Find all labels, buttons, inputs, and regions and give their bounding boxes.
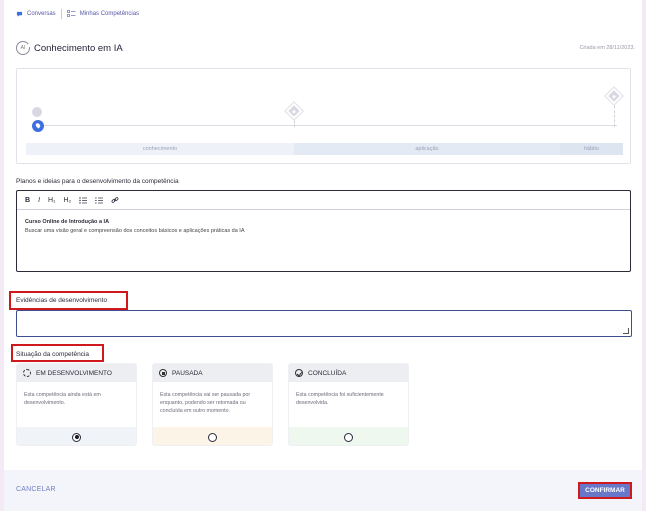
status-radio-concluida[interactable] xyxy=(344,432,353,442)
status-option-header: EM DESENVOLVIMENTO xyxy=(17,364,136,382)
status-option-concluida[interactable]: CONCLUÍDA Esta competência foi suficient… xyxy=(288,363,409,446)
status-option-footer xyxy=(153,427,272,445)
status-option-footer xyxy=(17,427,136,445)
evidence-label: Evidências de desenvolvimento xyxy=(16,297,108,304)
ai-icon: AI xyxy=(16,41,31,55)
in-progress-icon xyxy=(23,369,31,377)
modal-footer xyxy=(4,470,642,511)
milestone-habito-icon[interactable] xyxy=(605,87,623,105)
status-radio-em-desenvolvimento[interactable] xyxy=(72,432,81,442)
page-title: Conhecimento em IA xyxy=(34,42,123,54)
link-icon[interactable] xyxy=(111,196,119,204)
created-date: Criada em 28/11/2023. xyxy=(579,45,635,51)
bold-button[interactable]: B xyxy=(25,197,30,204)
cancel-button[interactable]: CANCELAR xyxy=(16,486,56,493)
milestone-aplicacao-icon[interactable] xyxy=(285,102,303,120)
title-row: AI Conhecimento em IA xyxy=(16,41,123,55)
heading1-button[interactable]: H₁ xyxy=(48,197,55,204)
breadcrumb-separator xyxy=(60,9,62,19)
plans-editor[interactable]: B I H₁ H₂ Curso Online de Introdução a I… xyxy=(16,190,631,272)
status-option-description: Esta competência ainda está em desenvolv… xyxy=(17,382,136,427)
pause-icon xyxy=(159,369,167,377)
check-circle-icon xyxy=(295,369,303,377)
editor-toolbar: B I H₁ H₂ xyxy=(17,191,630,210)
status-option-header: CONCLUÍDA xyxy=(289,364,408,382)
status-radio-pausada[interactable] xyxy=(208,432,217,442)
plan-title: Curso Online de Introdução a IA xyxy=(25,219,110,225)
heading2-button[interactable]: H₂ xyxy=(63,197,71,204)
status-option-description: Esta competência foi suficientemente des… xyxy=(289,382,408,427)
status-option-footer xyxy=(289,427,408,445)
stage-conhecimento: conhecimento xyxy=(26,143,294,155)
stage-labels: conhecimento aplicação hábito xyxy=(26,143,623,155)
status-option-pausada[interactable]: PAUSADA Esta competência vai ser pausada… xyxy=(152,363,273,446)
status-label: Situação da competência xyxy=(16,351,89,358)
status-option-em-desenvolvimento[interactable]: EM DESENVOLVIMENTO Esta competência aind… xyxy=(16,363,137,446)
stage-divider xyxy=(614,101,615,127)
start-marker-icon xyxy=(32,107,42,117)
stage-aplicacao: aplicação xyxy=(294,143,560,155)
progress-track xyxy=(40,125,617,126)
resize-handle-icon[interactable] xyxy=(623,328,629,334)
breadcrumb: Conversas Minhas Competências xyxy=(16,9,139,19)
bulleted-list-icon[interactable] xyxy=(79,196,88,204)
status-option-description: Esta competência vai ser pausada por enq… xyxy=(153,382,272,427)
current-position-marker-icon[interactable] xyxy=(32,120,44,132)
plans-label: Planos e ideias para o desenvolvimento d… xyxy=(16,178,179,185)
evidence-textarea[interactable] xyxy=(16,310,632,337)
progress-tracker: conhecimento aplicação hábito xyxy=(16,68,631,164)
editor-content[interactable]: Curso Online de Introdução a IA Buscar u… xyxy=(17,210,630,243)
italic-button[interactable]: I xyxy=(38,197,40,204)
status-option-title: EM DESENVOLVIMENTO xyxy=(36,369,112,377)
status-option-title: CONCLUÍDA xyxy=(308,369,347,377)
stage-habito: hábito xyxy=(560,143,623,155)
chat-icon xyxy=(16,11,23,17)
checklist-icon xyxy=(66,10,76,17)
plan-description: Buscar uma visão geral e compreensão dos… xyxy=(25,228,245,234)
breadcrumb-item-conversas[interactable]: Conversas xyxy=(27,11,56,17)
breadcrumb-item-minhas-competencias[interactable]: Minhas Competências xyxy=(80,11,139,17)
confirm-button[interactable]: CONFIRMAR xyxy=(578,482,632,499)
status-option-header: PAUSADA xyxy=(153,364,272,382)
status-option-title: PAUSADA xyxy=(172,369,203,377)
numbered-list-icon[interactable] xyxy=(95,197,104,204)
